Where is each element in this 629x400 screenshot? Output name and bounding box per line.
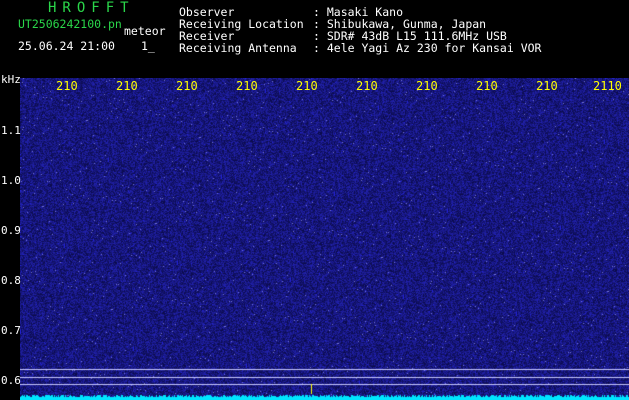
x-tick-label: 210 xyxy=(536,79,558,93)
x-tick-label: 210 xyxy=(176,79,198,93)
mode-label: meteor xyxy=(124,24,166,38)
y-tick-label: 1.0 xyxy=(1,174,21,187)
x-tick-label: 210 xyxy=(356,79,378,93)
x-tick-label: 2110 xyxy=(593,79,622,93)
file-name: UT2506242100.pn xyxy=(18,17,122,31)
y-tick-label: 1.1 xyxy=(1,124,21,137)
y-axis-unit: kHz xyxy=(1,73,21,86)
y-axis: kHz 1.1 1.0 0.9 0.8 0.7 0.6 xyxy=(0,74,21,400)
datetime-suffix: 1_ xyxy=(141,39,155,53)
y-tick-label: 0.8 xyxy=(1,274,21,287)
datetime: 25.06.24 21:00 xyxy=(18,39,115,53)
header-panel: HROFFT UT2506242100.pn meteor 25.06.24 2… xyxy=(0,0,629,78)
y-tick-label: 0.9 xyxy=(1,224,21,237)
x-tick-label: 210 xyxy=(296,79,318,93)
y-tick-label: 0.7 xyxy=(1,324,21,337)
antenna-value: : 4ele Yagi Az 230 for Kansai VOR xyxy=(313,41,542,55)
antenna-label: Receiving Antenna xyxy=(179,41,297,55)
spectrogram-plot xyxy=(20,78,629,400)
x-tick-label: 210 xyxy=(476,79,498,93)
y-tick-label: 0.6 xyxy=(1,374,21,387)
x-tick-label: 210 xyxy=(116,79,138,93)
app-logo: HROFFT xyxy=(48,0,135,16)
x-tick-label: 210 xyxy=(56,79,78,93)
x-tick-label: 210 xyxy=(236,79,258,93)
x-tick-label: 210 xyxy=(416,79,438,93)
